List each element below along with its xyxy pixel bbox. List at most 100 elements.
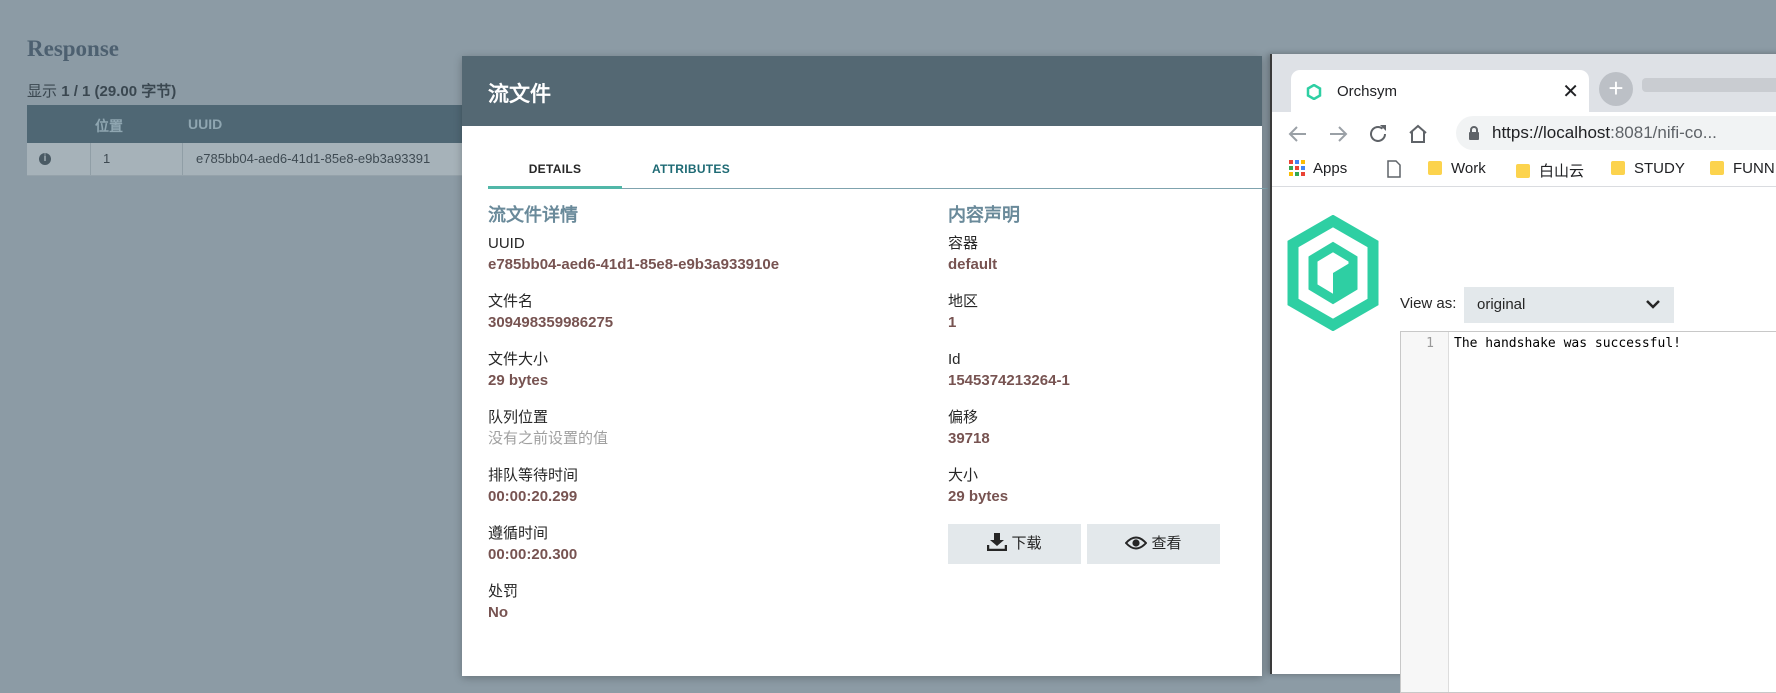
chevron-down-icon [1646, 300, 1660, 309]
code-line: The handshake was successful! [1454, 336, 1681, 351]
field-lineage-duration: 遵循时间 00:00:20.300 [488, 524, 928, 582]
orchsym-favicon-icon [1306, 84, 1322, 100]
eye-icon [1125, 536, 1148, 550]
field-penalized: 处罚 No [488, 582, 928, 640]
record-count-label: 显示 [27, 83, 58, 100]
field-value: No [488, 604, 508, 621]
field-value: 1545374213264-1 [948, 372, 1070, 389]
queue-table-header: 位置 UUID [27, 105, 467, 143]
flowfile-details-title: 流文件详情 [488, 205, 578, 225]
tab-attributes[interactable]: ATTRIBUTES [622, 152, 760, 186]
field-label: 队列位置 [488, 409, 549, 426]
view-label: 查看 [1151, 535, 1182, 552]
folder-icon [1428, 161, 1442, 175]
dialog-tabs: DETAILS ATTRIBUTES [488, 152, 1268, 189]
folder-icon [1516, 164, 1530, 178]
content-claim: 内容声明 容器 default 地区 1 Id 1545374213264-1 … [948, 201, 1248, 524]
info-icon[interactable]: i [39, 153, 51, 165]
bookmark-work[interactable]: Work [1427, 160, 1486, 177]
field-filename: 文件名 309498359986275 [488, 292, 928, 350]
dialog-header: 流文件 [462, 56, 1262, 126]
field-label: 文件名 [488, 293, 534, 310]
address-bar[interactable]: https://localhost:8081/nifi-co... [1456, 116, 1776, 150]
view-as-value: original [1477, 296, 1526, 313]
view-as-label: View as: [1400, 295, 1457, 312]
table-row[interactable]: i 1 e785bb04-aed6-41d1-85e8-e9b3a93391 [27, 143, 467, 176]
record-count-value: 1 / 1 (29.00 字节) [61, 83, 177, 100]
row-uuid: e785bb04-aed6-41d1-85e8-e9b3a93391 [196, 151, 431, 166]
column-position[interactable]: 位置 [95, 116, 123, 136]
field-file-size: 文件大小 29 bytes [488, 350, 928, 408]
field-label: Id [948, 351, 961, 368]
field-value: 1 [948, 314, 957, 331]
field-value: 00:00:20.299 [488, 488, 578, 505]
close-icon[interactable]: ✕ [1562, 79, 1579, 104]
content-editor[interactable]: 1 The handshake was successful! [1400, 331, 1776, 693]
browser-tab[interactable]: Orchsym ✕ [1291, 70, 1589, 114]
field-label: 遵循时间 [488, 525, 549, 542]
dialog-title: 流文件 [488, 82, 551, 106]
field-label: 文件大小 [488, 351, 549, 368]
line-gutter: 1 [1401, 332, 1449, 692]
row-position: 1 [103, 151, 111, 166]
record-count: 显示 1 / 1 (29.00 字节) [27, 80, 176, 101]
download-icon [987, 533, 1008, 552]
orchsym-logo-icon [1287, 215, 1379, 331]
bookmark-page[interactable] [1387, 160, 1409, 179]
line-number: 1 [1426, 336, 1434, 351]
field-offset: 偏移 39718 [948, 408, 1248, 466]
page-title: Response [27, 36, 120, 61]
back-arrow-icon[interactable] [1286, 122, 1310, 146]
apps-grid-icon [1289, 160, 1305, 176]
download-label: 下载 [1011, 535, 1042, 552]
forward-arrow-icon[interactable] [1326, 122, 1350, 146]
field-value: 00:00:20.300 [488, 546, 578, 563]
view-as-select[interactable]: original [1464, 287, 1674, 323]
browser-toolbar: https://localhost:8081/nifi-co... [1272, 112, 1776, 154]
bookmark-study[interactable]: STUDY [1610, 160, 1685, 177]
field-queue-position: 队列位置 没有之前设置的值 [488, 408, 928, 466]
download-button[interactable]: 下载 [948, 524, 1081, 564]
browser-window: Orchsym ✕ + https://localhost:8081/nifi-… [1270, 54, 1776, 693]
field-label: 排队等待时间 [488, 467, 579, 484]
folder-icon [1611, 161, 1625, 175]
tab-details[interactable]: DETAILS [488, 152, 622, 189]
field-label: 处罚 [488, 583, 519, 600]
url-text: https://localhost:8081/nifi-co... [1492, 123, 1717, 143]
bookmark-label: 白山云 [1539, 163, 1585, 180]
bookmark-apps[interactable]: Apps [1289, 160, 1347, 177]
page-icon [1387, 160, 1401, 178]
content-claim-title: 内容声明 [948, 205, 1020, 225]
field-value: 没有之前设置的值 [488, 430, 609, 447]
field-size: 大小 29 bytes [948, 466, 1248, 524]
field-label: 地区 [948, 293, 979, 310]
bookmark-label: Work [1451, 160, 1486, 177]
field-value: 309498359986275 [488, 314, 614, 331]
bookmark-label: STUDY [1634, 160, 1685, 177]
bookmark-funny[interactable]: FUNN [1709, 160, 1775, 177]
column-uuid[interactable]: UUID [188, 116, 222, 132]
bookmark-baishanyun[interactable]: 白山云 [1515, 160, 1584, 181]
column-divider [182, 143, 183, 175]
field-value: 39718 [948, 430, 990, 447]
field-section: 地区 1 [948, 292, 1248, 350]
view-button[interactable]: 查看 [1087, 524, 1220, 564]
bookmark-label: FUNN [1733, 160, 1775, 177]
content-viewer: View as: original 1 The handshake was su… [1272, 187, 1776, 693]
new-tab-button[interactable]: + [1599, 72, 1633, 106]
url-host: https://localhost [1492, 123, 1611, 142]
lock-icon [1469, 126, 1479, 140]
flowfile-details: 流文件详情 UUID e785bb04-aed6-41d1-85e8-e9b3a… [488, 201, 928, 640]
queue-table: 位置 UUID i 1 e785bb04-aed6-41d1-85e8-e9b3… [27, 105, 467, 176]
field-value: e785bb04-aed6-41d1-85e8-e9b3a933910e [488, 256, 780, 273]
field-uuid: UUID e785bb04-aed6-41d1-85e8-e9b3a933910… [488, 234, 928, 292]
home-icon[interactable] [1406, 122, 1430, 146]
folder-icon [1710, 161, 1724, 175]
bookmark-label: Apps [1313, 160, 1348, 177]
field-label: UUID [488, 235, 525, 252]
url-path: :8081/nifi-co... [1610, 123, 1717, 142]
field-value: 29 bytes [488, 372, 549, 389]
field-value: 29 bytes [948, 488, 1009, 505]
field-value: default [948, 256, 998, 273]
reload-icon[interactable] [1366, 122, 1390, 146]
